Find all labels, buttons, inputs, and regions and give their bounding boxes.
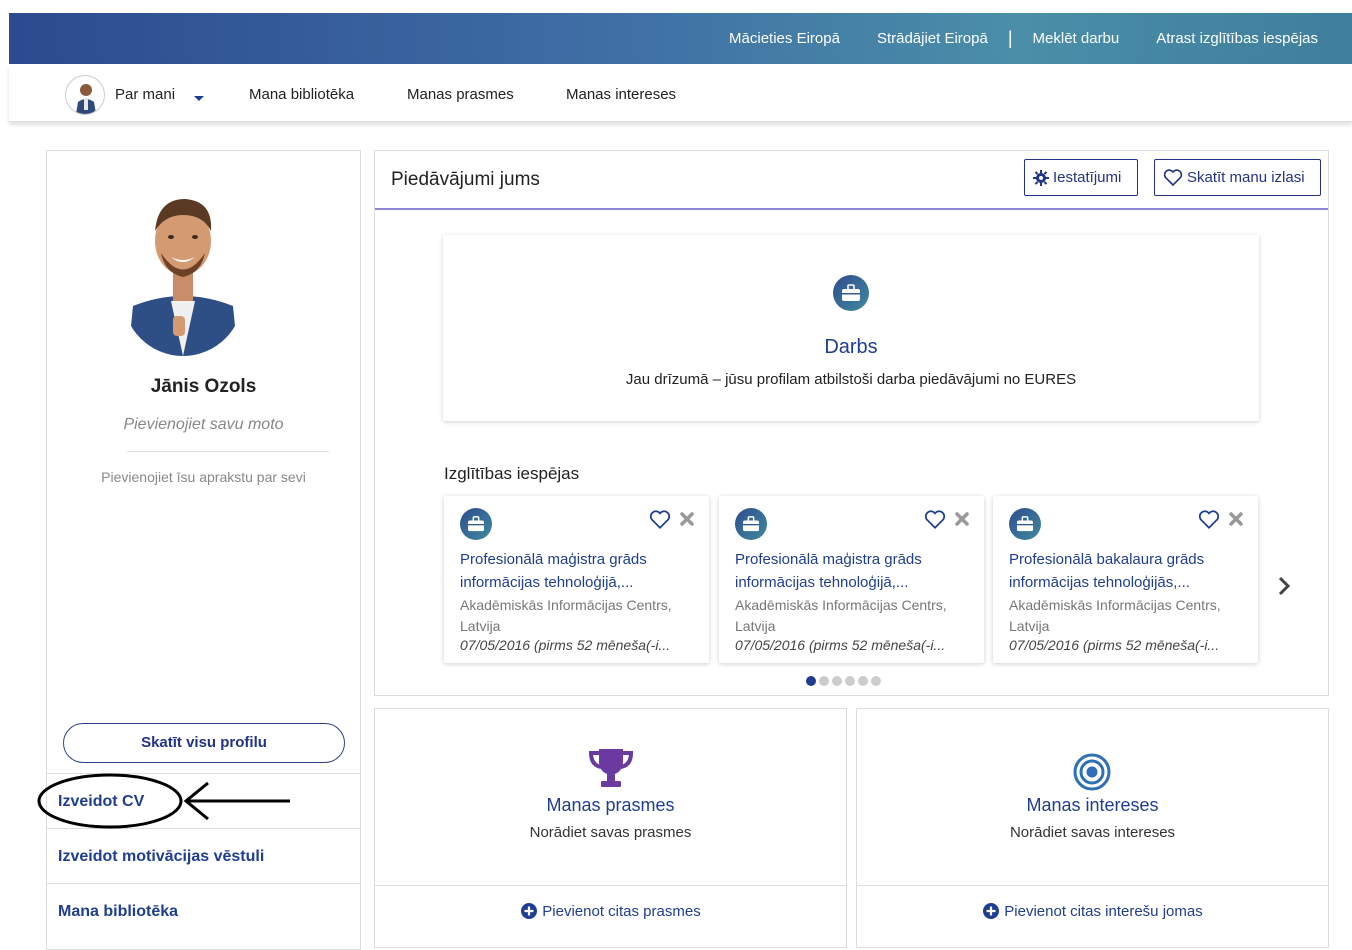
education-card-org: Akadēmiskās Informācijas Centrs, Latvija [735, 597, 947, 634]
education-card-org: Akadēmiskās Informācijas Centrs, Latvija [460, 597, 672, 634]
job-card-description: Jau drīzumā – jūsu profilam atbilstoši d… [625, 371, 1077, 388]
carousel-dot[interactable] [819, 676, 829, 686]
nav-about[interactable]: Par mani [115, 86, 175, 103]
close-icon[interactable] [1228, 511, 1244, 532]
close-icon[interactable] [954, 511, 970, 532]
nav-skills[interactable]: Manas prasmes [407, 86, 514, 103]
close-icon[interactable] [679, 511, 695, 532]
interests-card-title[interactable]: Manas intereses [857, 795, 1328, 816]
add-interests-link[interactable]: Pievienot citas interešu jomas [857, 902, 1328, 920]
briefcase-icon [1009, 508, 1041, 540]
briefcase-icon [735, 508, 767, 540]
moto-placeholder[interactable]: Pievienojiet savu moto [47, 416, 360, 434]
title-underline [375, 208, 1328, 210]
education-card-date: 07/05/2016 (pirms 52 mēneša(-i... [735, 637, 946, 653]
education-card-title: Profesionālā maģistra grāds informācijas … [460, 551, 647, 591]
job-card-title: Darbs [824, 336, 878, 358]
briefcase-icon [460, 508, 492, 540]
education-card-title: Profesionālā maģistra grāds informācijas … [735, 551, 922, 591]
profile-photo [123, 191, 243, 356]
main-nav: Par mani Mana bibliotēka Manas prasmes M… [9, 64, 1352, 122]
divider [375, 885, 846, 886]
carousel-dot[interactable] [871, 676, 881, 686]
chevron-right-icon[interactable] [1277, 575, 1291, 603]
education-card[interactable]: Profesionālā bakalaura grāds informācijas… [993, 496, 1258, 663]
view-profile-button[interactable]: Skatīt visu profilu [63, 723, 345, 763]
chevron-down-icon[interactable] [193, 90, 205, 107]
briefcase-icon [833, 275, 869, 311]
top-link-search-job[interactable]: Meklēt darbu [1033, 30, 1120, 47]
divider [857, 885, 1328, 886]
gear-icon [1033, 169, 1049, 186]
nav-library[interactable]: Mana bibliotēka [249, 86, 354, 103]
target-icon [1073, 753, 1111, 796]
education-card-date: 07/05/2016 (pirms 52 mēneša(-i... [1009, 637, 1220, 653]
interests-card: Manas intereses Norādiet savas intereses… [856, 708, 1329, 948]
view-selection-button[interactable]: Skatīt manu izlasi [1154, 159, 1321, 196]
carousel-dot[interactable] [845, 676, 855, 686]
settings-label: Iestatījumi [1053, 169, 1122, 186]
description-placeholder[interactable]: Pievienojiet īsu aprakstu par sevi [47, 469, 360, 485]
plus-circle-icon [982, 902, 1000, 920]
education-card[interactable]: Profesionālā maģistra grāds informācijas … [444, 496, 709, 663]
offers-panel: Piedāvājumi jums Iestatījumi Skatīt manu [374, 150, 1329, 696]
profile-name: Jānis Ozols [150, 376, 257, 397]
create-motivation-letter-link[interactable]: Izveidot motivācijas vēstuli [47, 828, 360, 883]
top-link-work[interactable]: Strādājiet Eiropā [877, 30, 988, 47]
heart-icon[interactable] [924, 510, 946, 535]
skills-card: Manas prasmes Norādiet savas prasmes Pie… [374, 708, 847, 948]
carousel-dot[interactable] [858, 676, 868, 686]
add-skills-link[interactable]: Pievienot citas prasmes [375, 902, 846, 920]
carousel-dot[interactable] [806, 676, 816, 686]
add-interests-label: Pievienot citas interešu jomas [1004, 902, 1203, 920]
top-links: Mācieties Eiropā Strādājiet Eiropā | Mek… [729, 13, 1318, 64]
education-card-title: Profesionālā bakalaura grāds informācijas… [1009, 551, 1205, 591]
skills-card-description: Norādiet savas prasmes [529, 824, 692, 841]
selection-label: Skatīt manu izlasi [1187, 169, 1305, 186]
plus-circle-icon [520, 902, 538, 920]
top-link-find-education[interactable]: Atrast izglītības iespējas [1156, 30, 1318, 47]
heart-icon[interactable] [649, 510, 671, 535]
carousel-dot[interactable] [832, 676, 842, 686]
education-title: Izglītības iespējas [444, 464, 580, 483]
top-separator: | [1007, 28, 1013, 48]
divider [127, 451, 329, 452]
annotation-circle-arrow [37, 773, 290, 829]
interests-card-description: Norādiet savas intereses [1009, 824, 1176, 841]
nav-avatar[interactable] [65, 75, 105, 115]
education-card-date: 07/05/2016 (pirms 52 mēneša(-i... [460, 637, 671, 653]
heart-icon [1163, 168, 1183, 187]
skills-card-title[interactable]: Manas prasmes [375, 795, 846, 816]
job-card[interactable]: Darbs Jau drīzumā – jūsu profilam atbils… [443, 235, 1259, 421]
settings-button[interactable]: Iestatījumi [1024, 159, 1138, 196]
nav-interests[interactable]: Manas intereses [566, 86, 676, 103]
avatar-image [76, 84, 96, 114]
top-link-learn[interactable]: Mācieties Eiropā [729, 30, 840, 47]
education-card-org: Akadēmiskās Informācijas Centrs, Latvija [1009, 597, 1221, 634]
my-library-link[interactable]: Mana bibliotēka [47, 883, 360, 938]
trophy-icon [587, 747, 635, 794]
offers-title: Piedāvājumi jums [391, 169, 540, 190]
carousel-dots [806, 676, 881, 686]
top-banner: Mācieties Eiropā Strādājiet Eiropā | Mek… [9, 13, 1352, 64]
education-card[interactable]: Profesionālā maģistra grāds informācijas … [719, 496, 984, 663]
add-skills-label: Pievienot citas prasmes [542, 902, 701, 920]
heart-icon[interactable] [1198, 510, 1220, 535]
